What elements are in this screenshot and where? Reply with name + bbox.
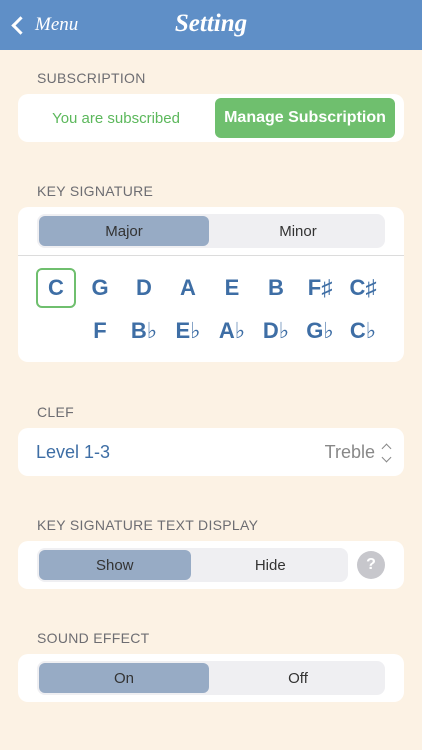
key-c-sharp[interactable]: C♯	[343, 268, 383, 308]
clef-picker[interactable]: Treble	[324, 428, 392, 476]
key-signature-header: KEY SIGNATURE	[37, 183, 154, 199]
text-display-header: KEY SIGNATURE TEXT DISPLAY	[37, 517, 259, 533]
key-d[interactable]: D	[124, 268, 164, 308]
clef-value: Treble	[324, 441, 375, 462]
help-question-icon[interactable]: ?	[357, 551, 385, 579]
key-b-flat[interactable]: B♭	[124, 311, 164, 351]
clef-card: Level 1-3 Treble	[18, 428, 404, 476]
key-g[interactable]: G	[80, 268, 120, 308]
sound-effect-header: SOUND EFFECT	[37, 630, 150, 646]
divider	[18, 255, 404, 256]
chevron-up-down-icon	[381, 443, 392, 463]
key-a[interactable]: A	[168, 268, 208, 308]
navigation-bar: Menu Setting	[0, 0, 422, 50]
text-display-card: Show Hide ?	[18, 541, 404, 589]
sound-effect-segmented-control: On Off	[37, 661, 385, 695]
text-display-segmented-control: Show Hide	[37, 548, 348, 582]
manage-subscription-button[interactable]: Manage Subscription	[215, 98, 395, 138]
key-d-flat[interactable]: D♭	[256, 311, 296, 351]
key-c-flat[interactable]: C♭	[343, 311, 383, 351]
subscription-card: You are subscribed Manage Subscription	[18, 94, 404, 142]
key-a-flat[interactable]: A♭	[212, 311, 252, 351]
key-b[interactable]: B	[256, 268, 296, 308]
subscription-status: You are subscribed	[52, 109, 180, 127]
key-f-sharp[interactable]: F♯	[300, 268, 340, 308]
key-e[interactable]: E	[212, 268, 252, 308]
segment-major[interactable]: Major	[39, 216, 209, 246]
key-g-flat[interactable]: G♭	[300, 311, 340, 351]
page-title: Setting	[174, 10, 248, 37]
segment-on[interactable]: On	[39, 663, 209, 693]
segment-off[interactable]: Off	[213, 663, 383, 693]
segment-hide[interactable]: Hide	[195, 550, 347, 580]
sound-effect-card: On Off	[18, 654, 404, 702]
subscription-header: SUBSCRIPTION	[37, 70, 146, 86]
segment-show[interactable]: Show	[39, 550, 191, 580]
key-f[interactable]: F	[80, 311, 120, 351]
key-e-flat[interactable]: E♭	[168, 311, 208, 351]
segment-minor[interactable]: Minor	[213, 216, 383, 246]
mode-segmented-control: Major Minor	[37, 214, 385, 248]
key-c[interactable]: C	[36, 268, 76, 308]
key-signature-card: Major Minor C G D A E B F♯ C♯ F B♭ E♭ A♭…	[18, 207, 404, 362]
clef-level-label: Level 1-3	[36, 441, 111, 462]
clef-header: CLEF	[37, 404, 74, 420]
